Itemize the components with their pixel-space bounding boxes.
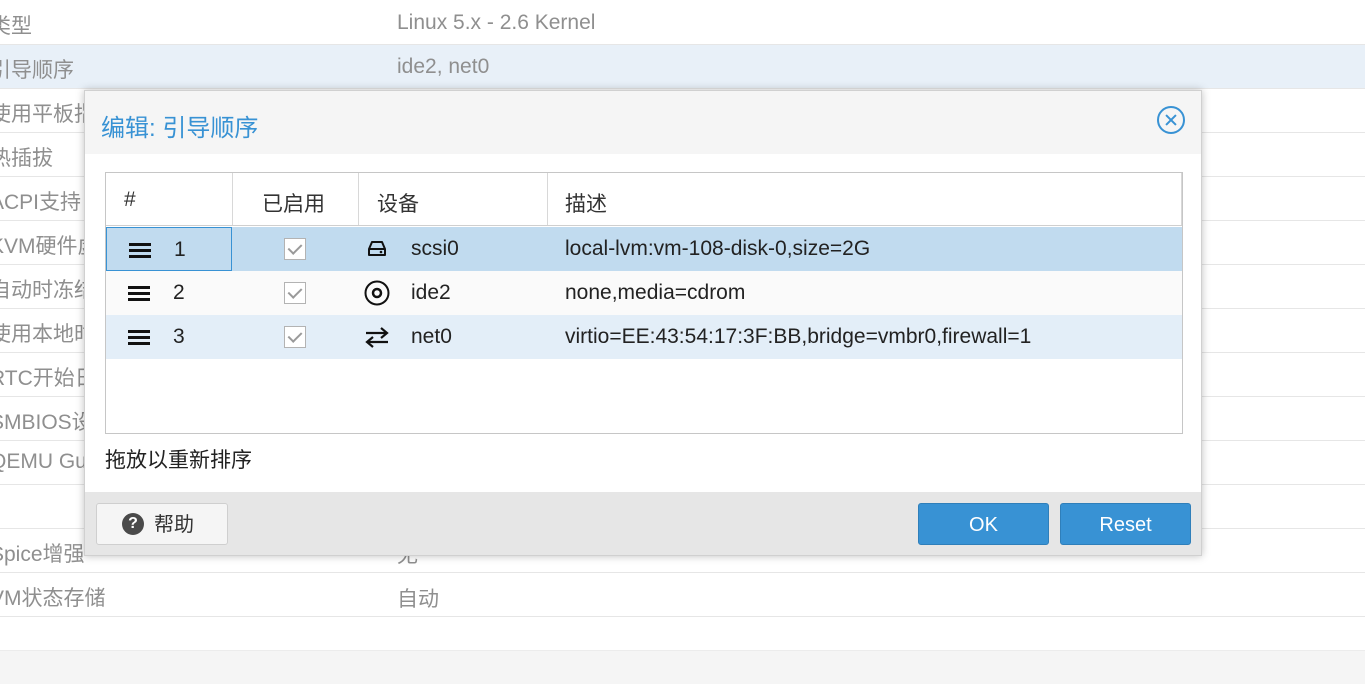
- index-cell: 3: [106, 315, 232, 359]
- enabled-checkbox[interactable]: [284, 326, 306, 348]
- row-index: 3: [173, 325, 185, 348]
- drag-handle-icon[interactable]: [128, 286, 150, 301]
- row-index: 2: [173, 281, 185, 304]
- device-description: local-lvm:vm-108-disk-0,size=2G: [565, 237, 871, 260]
- column-header-index[interactable]: #: [106, 173, 233, 225]
- reset-button[interactable]: Reset: [1060, 503, 1191, 545]
- enabled-checkbox[interactable]: [284, 238, 306, 260]
- boot-order-grid: # 已启用 设备 描述 1 scsi0 local-lvm:vm-108-dis…: [105, 172, 1183, 434]
- close-icon[interactable]: [1157, 106, 1185, 134]
- option-value: 自动: [397, 588, 439, 611]
- option-key: 引导顺序: [0, 59, 74, 82]
- enabled-checkbox[interactable]: [284, 282, 306, 304]
- device-description: virtio=EE:43:54:17:3F:BB,bridge=vmbr0,fi…: [565, 325, 1032, 348]
- option-key: 类型: [0, 15, 32, 38]
- drag-handle-icon[interactable]: [129, 243, 151, 258]
- device-name: scsi0: [411, 237, 459, 260]
- device-name: net0: [411, 325, 452, 348]
- grid-header: # 已启用 设备 描述: [106, 173, 1182, 226]
- cdrom-icon: [364, 280, 390, 306]
- dialog-header: 编辑: 引导顺序: [85, 91, 1201, 154]
- option-row[interactable]: VM状态存储 自动: [0, 573, 1365, 617]
- panel-footer: [0, 650, 1365, 684]
- column-header-enabled[interactable]: 已启用: [233, 173, 359, 225]
- column-header-description[interactable]: 描述: [548, 173, 1182, 225]
- index-cell: 1: [106, 227, 232, 271]
- device-name: ide2: [411, 281, 451, 304]
- help-label: 帮助: [154, 514, 194, 536]
- exchange-icon: [365, 327, 389, 348]
- option-row-type[interactable]: 类型 Linux 5.x - 2.6 Kernel: [0, 1, 1365, 45]
- device-description: none,media=cdrom: [565, 281, 746, 304]
- option-value: ide2, net0: [397, 55, 490, 78]
- dialog-title: 编辑: 引导顺序: [101, 115, 259, 142]
- row-index: 1: [174, 238, 186, 261]
- boot-order-dialog: 编辑: 引导顺序 # 已启用 设备 描述 1 scsi0 local-lvm:v…: [84, 90, 1202, 556]
- dialog-footer: ? 帮助 OK Reset: [85, 492, 1201, 555]
- hdd-icon: [368, 241, 386, 256]
- question-icon: ?: [122, 513, 144, 535]
- table-row[interactable]: 3 net0 virtio=EE:43:54:17:3F:BB,bridge=v…: [106, 315, 1182, 359]
- option-row-boot-order[interactable]: 引导顺序 ide2, net0: [0, 45, 1365, 89]
- table-row[interactable]: 2 ide2 none,media=cdrom: [106, 271, 1182, 315]
- column-header-device[interactable]: 设备: [359, 173, 548, 225]
- index-cell: 2: [106, 271, 232, 315]
- drag-hint: 拖放以重新排序: [105, 449, 252, 472]
- ok-button[interactable]: OK: [918, 503, 1049, 545]
- drag-handle-icon[interactable]: [128, 330, 150, 345]
- help-button[interactable]: ? 帮助: [96, 503, 228, 545]
- option-key: VM状态存储: [0, 587, 106, 610]
- option-value: Linux 5.x - 2.6 Kernel: [397, 11, 596, 34]
- table-row[interactable]: 1 scsi0 local-lvm:vm-108-disk-0,size=2G: [106, 227, 1182, 271]
